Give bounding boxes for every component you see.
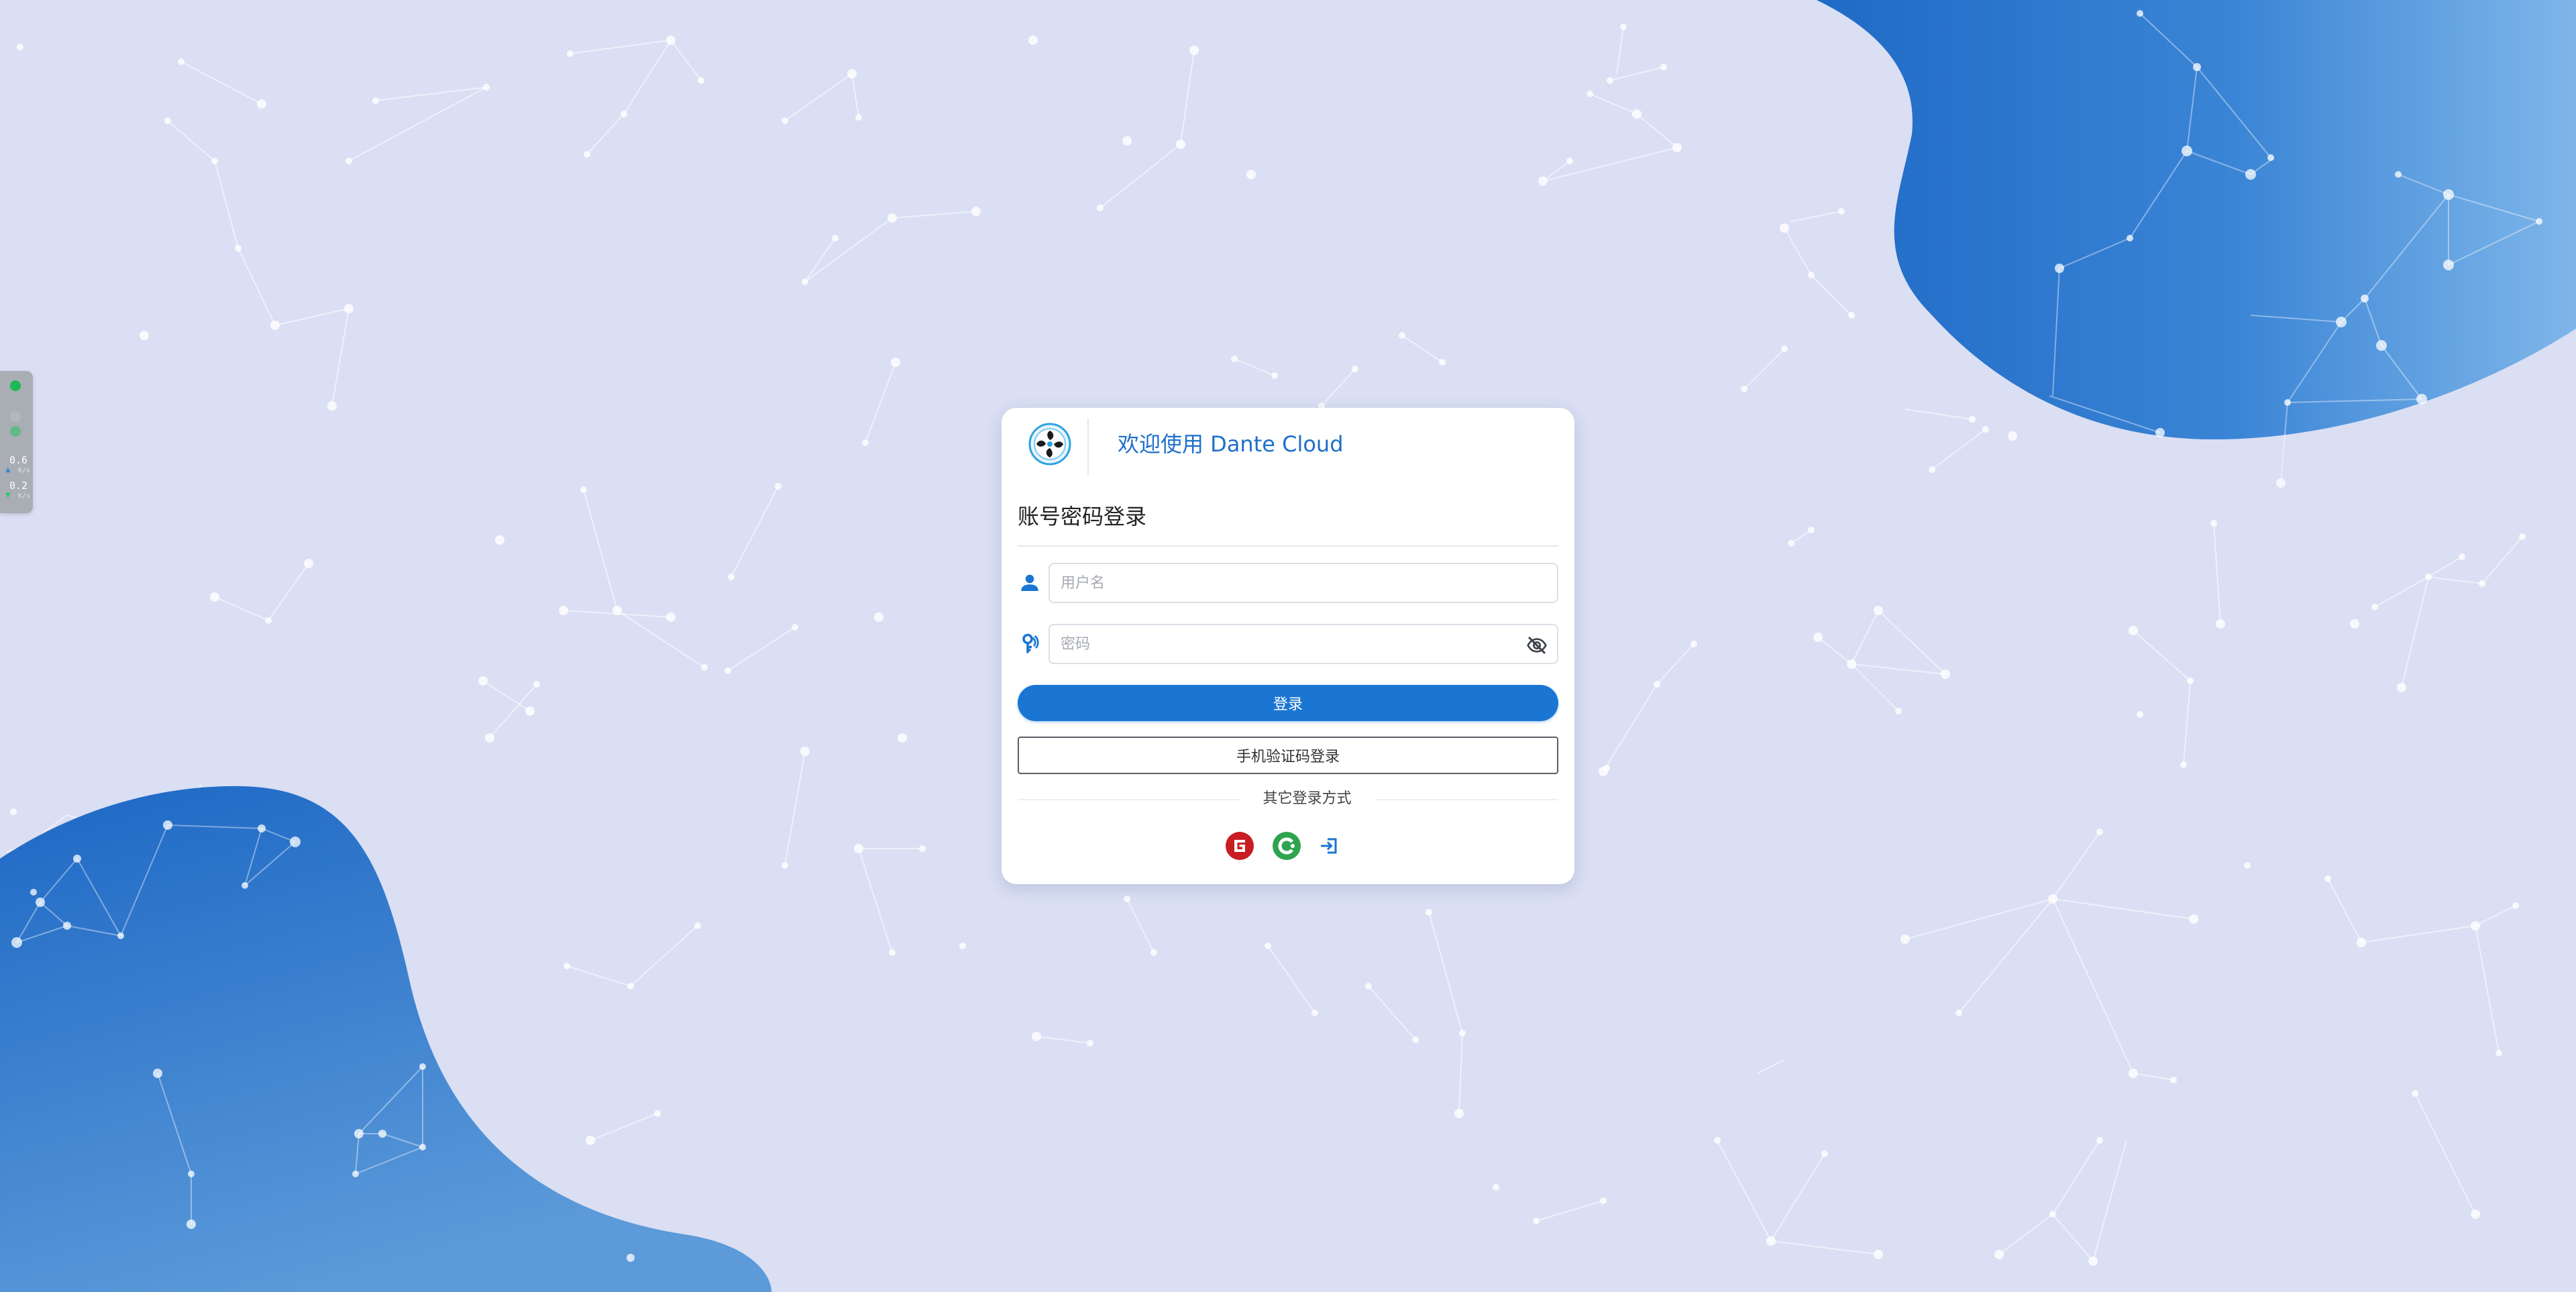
coding-icon[interactable] xyxy=(1272,831,1301,861)
other-login-methods-label: 其它登录方式 xyxy=(1263,790,1352,807)
login-page: 0.6 ▲ K/s 0.2 ▼ K/s 欢迎使用 Dante Cloud 账号密… xyxy=(0,0,2576,1292)
download-arrow-icon: ▼ xyxy=(5,492,11,499)
sms-login-button[interactable]: 手机验证码登录 xyxy=(1018,737,1558,774)
card-header: 欢迎使用 Dante Cloud xyxy=(1002,408,1574,478)
divider-line-right xyxy=(1375,799,1558,800)
header-divider xyxy=(1087,419,1089,475)
section-divider xyxy=(1018,545,1558,547)
login-button[interactable]: 登录 xyxy=(1018,685,1558,721)
status-dot-icon xyxy=(10,426,21,437)
dante-cloud-logo-icon xyxy=(1028,423,1071,466)
upload-arrow-icon: ▲ xyxy=(5,466,11,474)
welcome-title: 欢迎使用 Dante Cloud xyxy=(1118,431,1344,457)
password-field[interactable] xyxy=(1049,624,1558,664)
upload-speed-unit: K/s xyxy=(18,467,31,474)
username-input[interactable] xyxy=(1050,564,1557,602)
username-field[interactable] xyxy=(1049,563,1558,603)
download-speed-unit: K/s xyxy=(18,492,31,500)
login-card: 欢迎使用 Dante Cloud 账号密码登录 登录 手机验证码登录 xyxy=(1002,408,1574,884)
status-dot-icon xyxy=(10,380,21,391)
password-input[interactable] xyxy=(1050,625,1557,663)
login-section-title: 账号密码登录 xyxy=(1018,504,1147,529)
status-dot-icon xyxy=(10,411,21,422)
network-speed-widget[interactable]: 0.6 ▲ K/s 0.2 ▼ K/s xyxy=(0,371,33,513)
upload-speed-value: 0.6 xyxy=(9,454,28,466)
gitee-icon[interactable] xyxy=(1225,831,1254,861)
download-speed-value: 0.2 xyxy=(9,480,28,492)
eye-off-icon[interactable] xyxy=(1526,635,1548,656)
login-arrow-icon[interactable] xyxy=(1314,831,1344,861)
user-icon xyxy=(1021,574,1038,591)
divider-line-left xyxy=(1018,799,1239,800)
key-icon xyxy=(1022,633,1039,653)
